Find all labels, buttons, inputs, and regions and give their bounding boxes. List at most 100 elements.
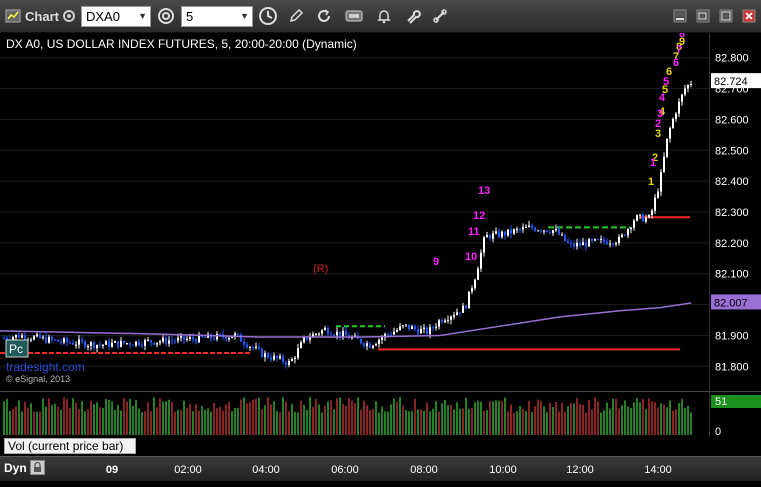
time-axis-svg: 09 02:00 04:00 06:00 08:00 10:00 12:00 14:00 bbox=[106, 464, 672, 476]
restore-icon[interactable] bbox=[693, 4, 713, 28]
candle-body bbox=[36, 334, 38, 337]
candle-body bbox=[687, 84, 689, 89]
candle-body bbox=[273, 355, 275, 360]
volume-tick-label: 51 bbox=[715, 396, 727, 408]
candle-body bbox=[531, 225, 533, 228]
volume-axis: 51 0 bbox=[709, 391, 761, 438]
bell-icon[interactable] bbox=[374, 4, 394, 28]
price-axis-svg: 82.80082.70082.60082.50082.40082.30082.2… bbox=[711, 53, 761, 373]
close-icon[interactable] bbox=[739, 4, 759, 28]
candle-body bbox=[171, 340, 173, 342]
studies-icon[interactable] bbox=[343, 4, 365, 28]
candle-body bbox=[495, 231, 497, 234]
candle-body bbox=[462, 305, 464, 313]
candle-body bbox=[390, 334, 392, 336]
candle-body bbox=[45, 336, 47, 343]
candle-body bbox=[216, 333, 218, 340]
candle-body bbox=[402, 325, 404, 327]
setup-count-label: 5 bbox=[663, 76, 669, 88]
candle-body bbox=[459, 312, 461, 314]
candle-body bbox=[21, 335, 23, 338]
candle-body bbox=[501, 231, 503, 238]
candle-body bbox=[555, 228, 557, 231]
candle-body bbox=[285, 362, 287, 365]
candle-body bbox=[465, 305, 467, 309]
candle-body bbox=[573, 243, 575, 247]
pencil-icon[interactable] bbox=[286, 4, 306, 28]
candle-body bbox=[657, 191, 659, 198]
candle-body bbox=[444, 320, 446, 323]
setup-count-label: 12 bbox=[473, 210, 485, 222]
candle-body bbox=[606, 241, 608, 245]
volume-study-label[interactable]: Vol (current price bar) bbox=[4, 438, 136, 454]
candle-body bbox=[654, 197, 656, 211]
candle-body bbox=[63, 338, 65, 343]
candle-body bbox=[93, 342, 95, 349]
candle-body bbox=[672, 118, 674, 129]
candle-body bbox=[540, 230, 542, 232]
candle-body bbox=[552, 230, 554, 234]
candle-body bbox=[165, 337, 167, 344]
candle-body bbox=[15, 334, 17, 338]
candle-body bbox=[183, 335, 185, 340]
candle-body bbox=[372, 345, 374, 348]
candle-body bbox=[648, 214, 650, 218]
chart-header: DX A0, US DOLLAR INDEX FUTURES, 5, 20:00… bbox=[6, 37, 357, 51]
candle-body bbox=[270, 357, 272, 360]
setup-count-label: 7 bbox=[676, 44, 682, 56]
interval-cycle-icon[interactable] bbox=[155, 4, 177, 28]
candle-body bbox=[627, 229, 629, 236]
interval-input[interactable]: 5 ▼ bbox=[181, 6, 253, 27]
candle-body bbox=[87, 345, 89, 348]
candle-body bbox=[150, 340, 152, 343]
candle-body bbox=[132, 344, 134, 346]
candle-body bbox=[69, 342, 71, 344]
candle-body bbox=[480, 252, 482, 269]
candle-body bbox=[468, 291, 470, 309]
candle-body bbox=[78, 339, 80, 345]
volume-label-bar: Vol (current price bar) bbox=[0, 436, 761, 456]
maximize-icon[interactable] bbox=[716, 4, 736, 28]
volume-panel[interactable] bbox=[0, 391, 709, 436]
price-axis[interactable]: 82.800 82.700 82.600 82.500 82.400 82.300 82.2… bbox=[709, 33, 761, 391]
candle-body bbox=[678, 101, 680, 114]
candle-body bbox=[342, 331, 344, 337]
chart-window-icon[interactable] bbox=[4, 4, 22, 28]
price-tag-label: 82.724 bbox=[714, 76, 748, 88]
candle-body bbox=[621, 234, 623, 237]
candle-body bbox=[387, 334, 389, 336]
candle-body bbox=[3, 337, 5, 339]
time-tick-label: 08:00 bbox=[410, 464, 438, 476]
settings-icon[interactable] bbox=[60, 4, 78, 28]
candle-body bbox=[561, 234, 563, 236]
candle-body bbox=[519, 229, 521, 231]
candle-body bbox=[579, 242, 581, 246]
setup-count-label: 11 bbox=[468, 226, 480, 238]
candle-body bbox=[90, 342, 92, 346]
candle-body bbox=[564, 234, 566, 241]
link-icon[interactable] bbox=[430, 4, 450, 28]
chart-title: Chart bbox=[25, 8, 59, 24]
candle-body bbox=[168, 340, 170, 344]
price-chart-panel[interactable]: 1 2 3 4 5 6 7 8 9 1 2 3 4 5 6 7 8 9 10 11 12 13 DX A0, US DOL… bbox=[0, 28, 709, 391]
refresh-icon[interactable] bbox=[314, 4, 334, 28]
price-tick-label: 82.200 bbox=[715, 238, 749, 250]
candle-body bbox=[660, 172, 662, 192]
lock-icon[interactable] bbox=[30, 460, 45, 475]
candle-body bbox=[225, 337, 227, 340]
dynamic-mode-label[interactable]: Dyn bbox=[4, 461, 27, 475]
chevron-down-icon[interactable]: ▼ bbox=[138, 7, 147, 26]
candle-body bbox=[420, 328, 422, 334]
pc-badge-label: Pc bbox=[9, 342, 23, 356]
symbol-input[interactable]: DXA0 ▼ bbox=[81, 6, 151, 27]
minimize-icon[interactable] bbox=[670, 4, 690, 28]
candle-body bbox=[315, 333, 317, 335]
clock-icon[interactable] bbox=[256, 4, 280, 28]
candle-body bbox=[375, 343, 377, 346]
candle-body bbox=[144, 340, 146, 346]
chevron-down-icon[interactable]: ▼ bbox=[240, 7, 249, 26]
price-tick-label: 82.800 bbox=[715, 53, 749, 65]
candle-body bbox=[141, 345, 143, 347]
time-axis[interactable]: 09 02:00 04:00 06:00 08:00 10:00 12:00 14:00 Dy… bbox=[0, 456, 761, 481]
wrench-icon[interactable] bbox=[403, 4, 423, 28]
